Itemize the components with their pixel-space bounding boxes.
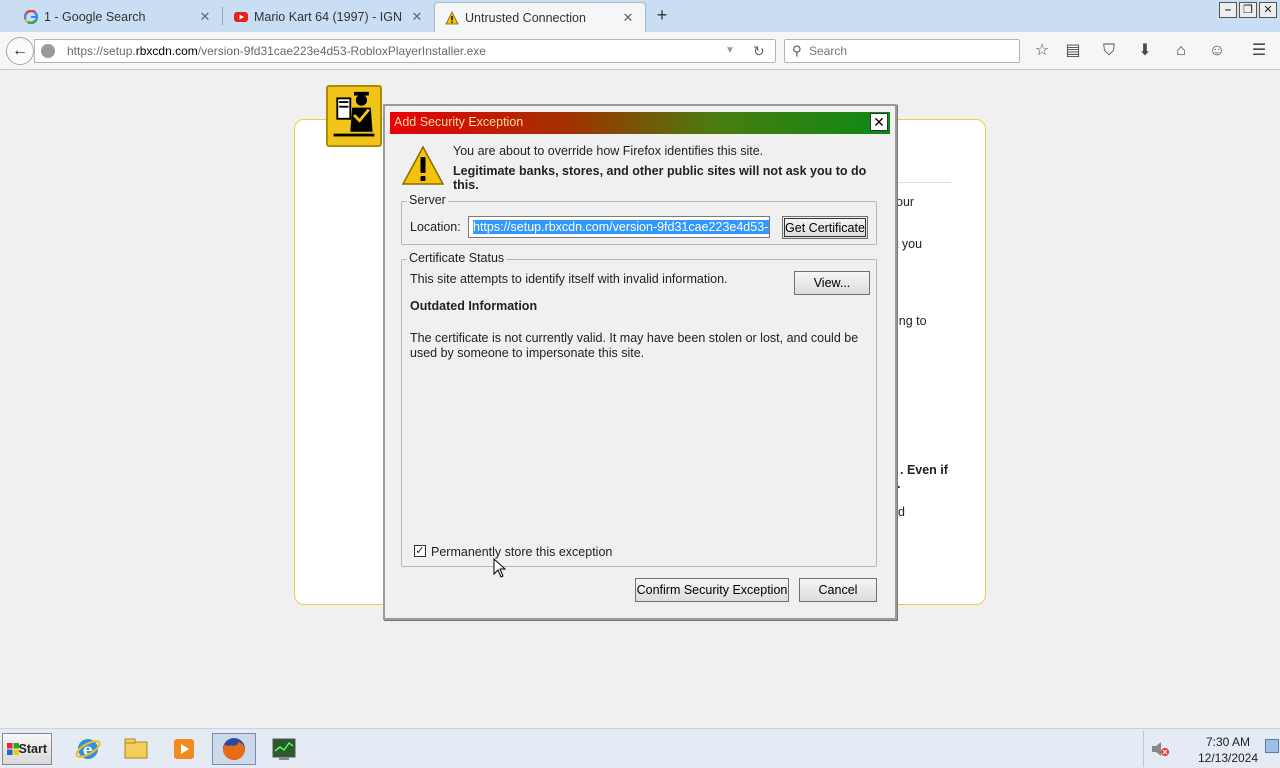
dialog-close-button[interactable]: ✕	[870, 113, 888, 131]
back-button[interactable]: ←	[6, 37, 34, 65]
tab-title: Mario Kart 64 (1997) - IGN ...	[254, 10, 404, 24]
outdated-heading: Outdated Information	[410, 299, 538, 313]
page-text: . Even if	[900, 463, 948, 477]
system-tray: 7:30 AM 12/13/2024	[1143, 731, 1280, 767]
youtube-icon	[234, 12, 248, 22]
home-icon[interactable]: ⌂	[1170, 40, 1192, 62]
page-text: our	[896, 195, 915, 209]
server-legend: Server	[407, 193, 448, 207]
tab-close-icon[interactable]: ✕	[621, 10, 635, 26]
dialog-warning: Legitimate banks, stores, and other publ…	[453, 164, 867, 192]
volume-muted-icon[interactable]	[1150, 739, 1170, 759]
tab-mario-kart[interactable]: Mario Kart 64 (1997) - IGN ... ✕	[226, 2, 434, 32]
clock-time[interactable]: 7:30 AM	[1196, 735, 1260, 749]
url-dropdown-icon[interactable]: ▼	[725, 40, 735, 62]
google-g-icon	[24, 10, 38, 24]
url-text: https://setup.rbxcdn.com/version-9fd31ca…	[67, 44, 486, 58]
download-icon[interactable]: ⬇	[1134, 40, 1156, 62]
permanent-checkbox[interactable]: ✓	[414, 545, 426, 557]
site-info-icon[interactable]	[41, 44, 55, 58]
tab-separator	[222, 7, 223, 25]
back-arrow-icon: ←	[12, 42, 28, 59]
status-text: This site attempts to identify itself wi…	[410, 272, 728, 286]
task-manager-icon[interactable]	[262, 733, 306, 765]
close-icon: ✕	[1263, 4, 1273, 16]
internet-explorer-icon[interactable]: e	[66, 733, 110, 765]
taskbar: Start e 7:30 AM 12/13/2024	[0, 728, 1280, 768]
location-label: Location:	[410, 220, 461, 234]
bookmark-star-icon[interactable]: ☆	[1031, 40, 1053, 62]
tab-close-icon[interactable]: ✕	[410, 9, 424, 25]
reading-list-icon[interactable]: ▤	[1062, 40, 1084, 62]
tab-title: Untrusted Connection	[465, 10, 586, 25]
checkmark-icon: ✓	[415, 545, 425, 557]
start-button[interactable]: Start	[2, 733, 52, 765]
plus-icon: +	[656, 5, 668, 25]
security-exception-dialog: Add Security Exception ✕ You are about t…	[383, 104, 897, 620]
divider	[895, 182, 951, 183]
minimize-button[interactable]: –	[1219, 2, 1237, 18]
clock-date[interactable]: 12/13/2024	[1196, 751, 1260, 765]
start-label: Start	[18, 742, 47, 756]
tab-google-search[interactable]: 1 - Google Search ✕	[0, 2, 222, 32]
mouse-cursor-icon	[493, 558, 507, 578]
search-bar[interactable]: ⚲	[784, 39, 1020, 63]
tab-title: 1 - Google Search	[44, 10, 146, 24]
certificate-description: The certificate is not currently valid. …	[410, 331, 859, 360]
hamburger-menu-icon[interactable]: ☰	[1248, 40, 1270, 62]
view-button[interactable]: View...	[794, 271, 870, 295]
dialog-titlebar[interactable]: Add Security Exception ✕	[390, 112, 890, 134]
security-officer-icon	[326, 85, 382, 147]
search-icon: ⚲	[792, 43, 802, 58]
restore-icon: ❐	[1243, 4, 1253, 16]
restore-button[interactable]: ❐	[1239, 2, 1257, 18]
tab-close-icon[interactable]: ✕	[198, 9, 212, 25]
file-explorer-icon[interactable]	[114, 733, 158, 765]
new-tab-button[interactable]: +	[652, 6, 672, 26]
certificate-status-group: Certificate Status This site attempts to…	[401, 251, 877, 567]
confirm-exception-button[interactable]: Confirm Security Exception	[635, 578, 789, 602]
page-text: d	[898, 505, 905, 519]
location-input[interactable]: https://setup.rbxcdn.com/version-9fd31ca…	[468, 216, 770, 238]
warning-icon	[401, 145, 445, 185]
reload-icon[interactable]: ↻	[753, 40, 765, 62]
status-legend: Certificate Status	[407, 251, 507, 265]
search-input[interactable]	[809, 42, 1009, 60]
server-group: Server Location: https://setup.rbxcdn.co…	[401, 193, 877, 245]
page-text: ing to	[896, 314, 927, 328]
media-player-icon[interactable]	[162, 733, 206, 765]
minimize-icon: –	[1224, 4, 1232, 16]
windows-flag-icon	[7, 743, 19, 755]
close-window-button[interactable]: ✕	[1259, 2, 1277, 18]
get-certificate-button[interactable]: Get Certificate	[782, 216, 868, 239]
show-desktop-button[interactable]	[1265, 739, 1279, 753]
url-bar[interactable]: https://setup.rbxcdn.com/version-9fd31ca…	[34, 39, 776, 63]
dialog-title: Add Security Exception	[394, 115, 524, 129]
dialog-message: You are about to override how Firefox id…	[453, 144, 764, 158]
close-icon: ✕	[873, 114, 885, 130]
permanent-label[interactable]: Permanently store this exception	[431, 545, 612, 559]
warning-triangle-icon	[445, 11, 459, 25]
navigation-bar: ← https://setup.rbxcdn.com/version-9fd31…	[0, 32, 1280, 70]
cancel-button[interactable]: Cancel	[799, 578, 877, 602]
chat-icon[interactable]: ☺	[1206, 40, 1228, 62]
tab-untrusted-connection[interactable]: Untrusted Connection ✕	[434, 2, 646, 32]
firefox-icon[interactable]	[212, 733, 256, 765]
pocket-icon[interactable]: ⛉	[1098, 40, 1120, 62]
tab-strip: 1 - Google Search ✕ Mario Kart 64 (1997)…	[0, 0, 1280, 32]
page-text: .	[897, 477, 901, 491]
